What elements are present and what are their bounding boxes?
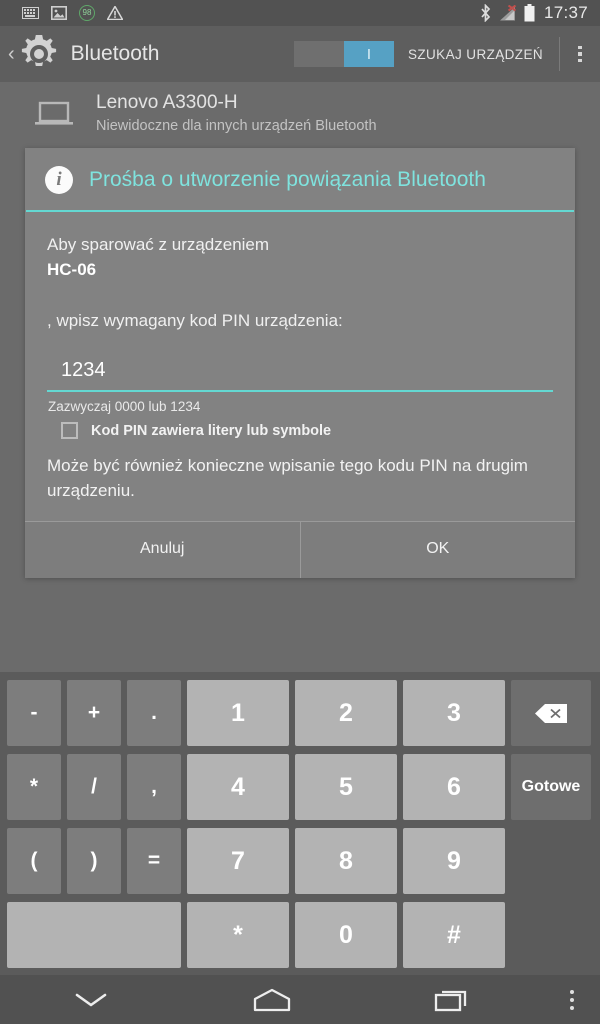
ok-button[interactable]: OK [299, 522, 575, 578]
dialog-body: Aby sparować z urządzeniem HC-06 , wpisz… [25, 212, 575, 337]
keyboard-row: - + . 1 2 3 [4, 676, 596, 750]
keyboard-row: * / , 4 5 6 Gotowe [4, 750, 596, 824]
gear-icon [21, 35, 56, 66]
pair-instruction-line: Aby sparować z urządzeniem [47, 235, 270, 254]
home-icon [253, 988, 291, 1011]
pin-alphanumeric-checkbox-label: Kod PIN zawiera litery lub symbole [91, 422, 332, 439]
nav-home-button[interactable] [181, 988, 362, 1012]
action-bar: ‹ Bluetooth I SZUKAJ URZĄDZEŃ [0, 26, 600, 82]
dialog-note-text: Może być również konieczne wpisanie tego… [47, 456, 528, 500]
key-paren-open[interactable]: ( [7, 828, 61, 894]
page-title: Bluetooth [70, 42, 160, 65]
pin-input[interactable] [47, 355, 553, 392]
key-8[interactable]: 8 [295, 828, 397, 894]
nav-overflow-button[interactable] [544, 989, 600, 1010]
search-devices-button[interactable]: SZUKAJ URZĄDZEŃ [408, 47, 559, 62]
key-backspace[interactable] [511, 680, 591, 746]
screenshot-icon [51, 6, 67, 20]
local-device-subtitle: Niewidoczne dla innych urządzeń Bluetoot… [96, 118, 377, 134]
nav-recents-button[interactable] [363, 988, 544, 1012]
key-1[interactable]: 1 [187, 680, 289, 746]
key-9[interactable]: 9 [403, 828, 505, 894]
numeric-keyboard: - + . 1 2 3 * / , 4 5 6 Gotowe ( ) = 7 8… [0, 672, 600, 975]
hide-keyboard-icon [75, 993, 106, 1006]
local-device-text: Lenovo A3300-H Niewidoczne dla innych ur… [96, 91, 377, 137]
local-device-row[interactable]: Lenovo A3300-H Niewidoczne dla innych ur… [0, 82, 600, 146]
keyboard-row: ( ) = 7 8 9 [4, 824, 596, 898]
recents-icon [435, 990, 467, 1011]
pin-alphanumeric-checkbox-row[interactable]: Kod PIN zawiera litery lub symbole [25, 414, 575, 439]
bluetooth-toggle-switch[interactable]: I [293, 41, 394, 67]
key-plus[interactable]: + [67, 680, 121, 746]
remote-device-name: HC-06 [47, 260, 97, 279]
dialog-title-bar: i Prośba o utworzenie powiązania Bluetoo… [25, 148, 575, 210]
key-hash[interactable]: # [403, 902, 505, 968]
bluetooth-toggle-thumb: I [343, 41, 394, 67]
status-bar: 98 17:37 [0, 0, 600, 26]
status-bar-left-icons: 98 [8, 5, 479, 21]
overflow-menu-button[interactable] [560, 45, 600, 63]
back-navigate-up-button[interactable]: ‹ [0, 43, 17, 66]
key-2[interactable]: 2 [295, 680, 397, 746]
dialog-button-bar: Anuluj OK [25, 521, 575, 578]
key-slash[interactable]: / [67, 754, 121, 820]
pin-field-wrapper: Zazwyczaj 0000 lub 1234 [25, 337, 575, 414]
status-bar-right-icons: 17:37 [479, 3, 592, 23]
key-6[interactable]: 6 [403, 754, 505, 820]
bluetooth-icon [481, 4, 491, 22]
key-space[interactable] [7, 902, 181, 968]
dialog-title: Prośba o utworzenie powiązania Bluetooth [89, 168, 486, 191]
pin-hint-text: Zazwyczaj 0000 lub 1234 [48, 399, 201, 414]
warning-icon [107, 6, 123, 20]
nav-hide-keyboard-button[interactable] [0, 991, 181, 1009]
key-5[interactable]: 5 [295, 754, 397, 820]
key-comma[interactable]: , [127, 754, 181, 820]
keyboard-row: * 0 # [4, 898, 596, 972]
battery-icon [524, 4, 535, 22]
key-period[interactable]: . [127, 680, 181, 746]
keyboard-empty-slot [508, 824, 588, 898]
key-asterisk[interactable]: * [7, 754, 61, 820]
battery-percent-badge: 98 [79, 5, 95, 21]
laptop-icon [35, 101, 73, 125]
key-done[interactable]: Gotowe [511, 754, 591, 820]
bluetooth-pairing-dialog: i Prośba o utworzenie powiązania Bluetoo… [25, 148, 575, 578]
cancel-button[interactable]: Anuluj [25, 522, 300, 578]
key-minus[interactable]: - [7, 680, 61, 746]
key-7[interactable]: 7 [187, 828, 289, 894]
key-equals[interactable]: = [127, 828, 181, 894]
key-asterisk-bottom[interactable]: * [187, 902, 289, 968]
key-paren-close[interactable]: ) [67, 828, 121, 894]
signal-no-service-icon [499, 4, 517, 20]
key-4[interactable]: 4 [187, 754, 289, 820]
pin-alphanumeric-checkbox[interactable] [61, 422, 78, 439]
navigation-bar [0, 975, 600, 1024]
keyboard-empty-slot [508, 898, 588, 972]
pin-instruction-line: , wpisz wymagany kod PIN urządzenia: [47, 311, 343, 330]
key-3[interactable]: 3 [403, 680, 505, 746]
info-icon: i [45, 166, 73, 194]
backspace-icon [535, 703, 567, 723]
local-device-name: Lenovo A3300-H [96, 92, 238, 113]
key-0[interactable]: 0 [295, 902, 397, 968]
status-bar-clock: 17:37 [543, 3, 588, 22]
keyboard-icon [22, 7, 39, 19]
